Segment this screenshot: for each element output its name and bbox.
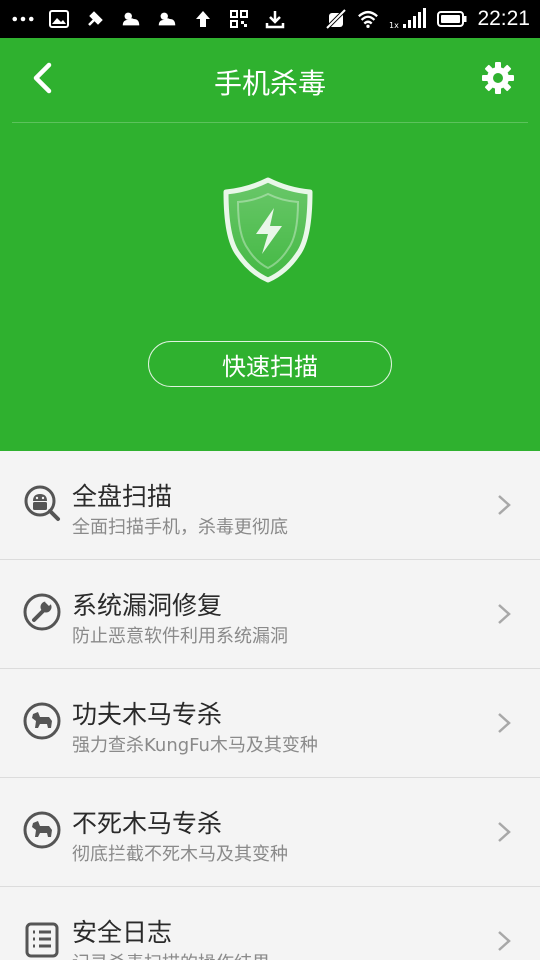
chevron-right-icon xyxy=(498,822,511,842)
image-icon xyxy=(48,8,70,30)
item-title: 功夫木马专杀 xyxy=(72,700,223,729)
wrench-icon xyxy=(23,593,61,631)
battery-icon xyxy=(437,8,467,30)
app-bar: 手机杀毒 xyxy=(0,38,540,122)
horse-icon xyxy=(23,811,61,849)
horse-icon xyxy=(23,702,61,740)
chevron-right-icon xyxy=(498,713,511,733)
item-title: 不死木马专杀 xyxy=(72,809,223,838)
more-dots-icon xyxy=(12,8,34,30)
status-bar-right: 1x 22:21 xyxy=(325,0,530,38)
clock: 22:21 xyxy=(477,7,530,30)
status-bar-left xyxy=(12,0,286,38)
item-title: 全盘扫描 xyxy=(72,482,173,511)
page-title: 手机杀毒 xyxy=(213,67,326,100)
upload-icon xyxy=(192,8,214,30)
qr-icon xyxy=(228,8,250,30)
item-title: 系统漏洞修复 xyxy=(72,591,223,620)
quick-scan-button[interactable]: 快速扫描 xyxy=(148,341,392,387)
item-subtitle: 记录杀毒扫描的操作结果 xyxy=(72,949,270,960)
item-subtitle: 彻底拦截不死木马及其变种 xyxy=(72,844,288,865)
wifi-icon xyxy=(357,8,379,30)
weather-icon xyxy=(120,8,142,30)
settings-button[interactable] xyxy=(478,58,518,98)
list-item-full-scan[interactable]: 全盘扫描 全面扫描手机，杀毒更彻底 xyxy=(0,451,540,560)
item-title: 安全日志 xyxy=(72,918,173,947)
list-item-vuln-repair[interactable]: 系统漏洞修复 防止恶意软件利用系统漏洞 xyxy=(0,560,540,669)
mute-icon xyxy=(325,8,347,30)
chevron-right-icon xyxy=(498,931,511,951)
list-item-undead-trojan[interactable]: 不死木马专杀 彻底拦截不死木马及其变种 xyxy=(0,778,540,887)
header-divider xyxy=(12,122,528,123)
svg-text:1x: 1x xyxy=(389,21,399,30)
chevron-right-icon xyxy=(498,495,511,515)
tool-icon xyxy=(84,8,106,30)
log-icon xyxy=(25,922,59,958)
item-subtitle: 防止恶意软件利用系统漏洞 xyxy=(72,626,288,647)
list-item-kungfu-trojan[interactable]: 功夫木马专杀 强力查杀KungFu木马及其变种 xyxy=(0,669,540,778)
list-item-security-log[interactable]: 安全日志 记录杀毒扫描的操作结果 xyxy=(0,887,540,960)
item-subtitle: 强力查杀KungFu木马及其变种 xyxy=(72,735,318,756)
weather-icon-2 xyxy=(156,8,178,30)
android-search-icon xyxy=(24,485,60,521)
shield-lightning-icon xyxy=(220,176,316,284)
status-bar: 1x 22:21 xyxy=(0,0,540,38)
download-icon xyxy=(264,8,286,30)
chevron-right-icon xyxy=(498,604,511,624)
feature-list: 全盘扫描 全面扫描手机，杀毒更彻底 系统漏洞修复 防止恶意软件利用系统漏洞 功夫… xyxy=(0,451,540,960)
item-subtitle: 全面扫描手机，杀毒更彻底 xyxy=(72,517,288,538)
hero-panel: 手机杀毒 快速扫描 xyxy=(0,38,540,451)
gear-icon xyxy=(482,62,514,94)
signal-icon: 1x xyxy=(389,8,427,30)
